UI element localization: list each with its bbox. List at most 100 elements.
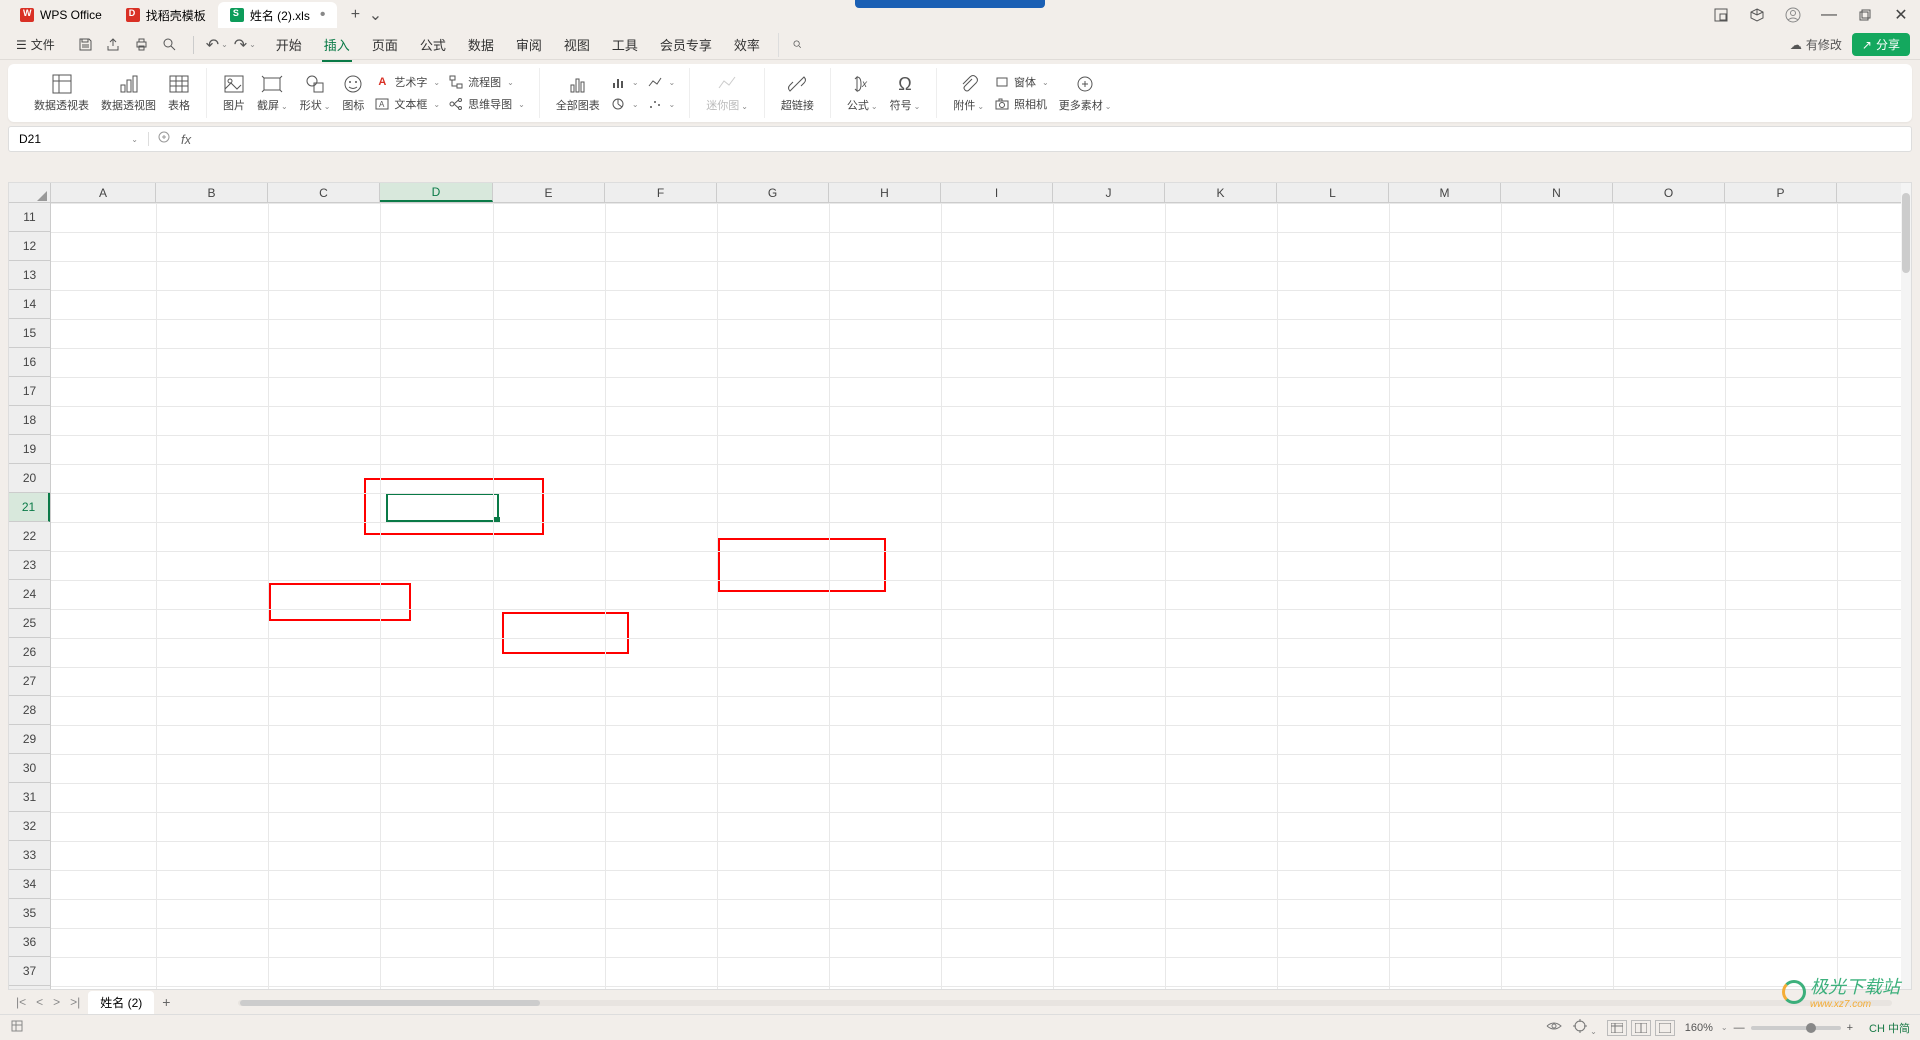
row-header[interactable]: 21 xyxy=(9,493,50,522)
shape-rectangle[interactable] xyxy=(718,538,886,592)
zoom-thumb[interactable] xyxy=(1806,1023,1816,1033)
column-header[interactable]: D xyxy=(380,183,493,202)
row-header[interactable]: 33 xyxy=(9,841,50,870)
equation-button[interactable]: x公式⌄ xyxy=(841,73,884,113)
eye-icon[interactable] xyxy=(1546,1018,1562,1037)
row-header[interactable]: 18 xyxy=(9,406,50,435)
row-header[interactable]: 20 xyxy=(9,464,50,493)
column-header[interactable]: B xyxy=(156,183,268,202)
zoom-out-button[interactable]: ― xyxy=(1734,1022,1745,1034)
row-header[interactable]: 19 xyxy=(9,435,50,464)
zoom-level[interactable]: 160% xyxy=(1685,1022,1713,1034)
tab-tools[interactable]: 工具 xyxy=(610,31,640,58)
tab-view[interactable]: 视图 xyxy=(562,31,592,58)
cells-area[interactable] xyxy=(51,203,1901,989)
tab-start[interactable]: 开始 xyxy=(274,31,304,58)
row-header[interactable]: 28 xyxy=(9,696,50,725)
tab-data[interactable]: 数据 xyxy=(466,31,496,58)
horizontal-scrollbar[interactable] xyxy=(198,997,1892,1007)
new-tab-button[interactable]: + xyxy=(343,3,367,27)
row-header[interactable]: 14 xyxy=(9,290,50,319)
minimize-button[interactable]: ― xyxy=(1818,4,1840,26)
row-header[interactable]: 25 xyxy=(9,609,50,638)
hyperlink-button[interactable]: 超链接 xyxy=(775,73,820,113)
sheet-first-icon[interactable]: |< xyxy=(14,995,28,1009)
tab-template[interactable]: 找稻壳模板 xyxy=(114,2,218,28)
row-header[interactable]: 11 xyxy=(9,203,50,232)
wordart-button[interactable]: A艺术字⌄ xyxy=(370,72,444,92)
sheet-next-icon[interactable]: > xyxy=(51,995,62,1009)
sheet-prev-icon[interactable]: < xyxy=(34,995,45,1009)
undo-icon[interactable]: ↶⌄ xyxy=(208,36,226,54)
column-header[interactable]: L xyxy=(1277,183,1389,202)
column-header[interactable]: A xyxy=(51,183,156,202)
fx-icon[interactable]: fx xyxy=(181,132,191,147)
zoom-in-button[interactable]: + xyxy=(1847,1022,1853,1034)
shape-rectangle[interactable] xyxy=(502,612,629,654)
row-header[interactable]: 16 xyxy=(9,348,50,377)
column-header[interactable]: F xyxy=(605,183,717,202)
scroll-thumb[interactable] xyxy=(1902,193,1910,273)
focus-icon[interactable]: ⌄ xyxy=(1572,1018,1597,1037)
table-button[interactable]: 表格 xyxy=(162,73,196,113)
row-header[interactable]: 12 xyxy=(9,232,50,261)
column-headers[interactable]: ABCDEFGHIJKLMNOP xyxy=(51,183,1901,203)
column-header[interactable]: J xyxy=(1053,183,1165,202)
row-header[interactable]: 22 xyxy=(9,522,50,551)
column-header[interactable]: I xyxy=(941,183,1053,202)
print-preview-icon[interactable] xyxy=(161,36,179,54)
close-button[interactable]: ✕ xyxy=(1890,4,1912,26)
vertical-scrollbar[interactable] xyxy=(1901,183,1911,989)
redo-icon[interactable]: ↷⌄ xyxy=(236,36,254,54)
chart-line-dd[interactable]: ⌄ xyxy=(643,72,680,92)
pip-icon[interactable] xyxy=(1710,4,1732,26)
add-sheet-button[interactable]: + xyxy=(154,994,178,1010)
camera-button[interactable]: 照相机 xyxy=(990,94,1053,114)
more-resources-button[interactable]: 更多素材⌄ xyxy=(1053,73,1118,113)
ime-indicator[interactable]: CH 中简 xyxy=(1869,1020,1910,1036)
sheet-tab-active[interactable]: 姓名 (2) xyxy=(88,991,154,1014)
row-header[interactable]: 36 xyxy=(9,928,50,957)
chart-bar-dd[interactable]: ⌄ xyxy=(606,72,643,92)
row-header[interactable]: 15 xyxy=(9,319,50,348)
shape-rectangle[interactable] xyxy=(364,478,544,535)
chart-scatter-dd[interactable]: ⌄ xyxy=(643,94,680,114)
row-header[interactable]: 31 xyxy=(9,783,50,812)
name-box[interactable]: D21 ⌄ xyxy=(9,132,149,146)
search-button[interactable] xyxy=(778,33,802,57)
tab-wps-home[interactable]: WPS Office xyxy=(8,2,114,28)
share-button[interactable]: ↗ 分享 xyxy=(1852,33,1910,56)
tab-member[interactable]: 会员专享 xyxy=(658,31,714,58)
pivot-chart-button[interactable]: 数据透视图 xyxy=(95,73,162,113)
column-header[interactable]: M xyxy=(1389,183,1501,202)
column-header[interactable]: H xyxy=(829,183,941,202)
picture-button[interactable]: 图片 xyxy=(217,73,251,113)
column-header[interactable]: N xyxy=(1501,183,1613,202)
flowchart-button[interactable]: 流程图⌄ xyxy=(444,72,529,92)
tab-formula[interactable]: 公式 xyxy=(418,31,448,58)
row-header[interactable]: 24 xyxy=(9,580,50,609)
mindmap-button[interactable]: 思维导图⌄ xyxy=(444,94,529,114)
row-header[interactable]: 32 xyxy=(9,812,50,841)
sheet-last-icon[interactable]: >| xyxy=(68,995,82,1009)
tab-insert[interactable]: 插入 xyxy=(322,31,352,58)
tab-efficiency[interactable]: 效率 xyxy=(732,31,762,58)
row-header[interactable]: 13 xyxy=(9,261,50,290)
row-headers[interactable]: 1112131415161718192021222324252627282930… xyxy=(9,203,51,989)
column-header[interactable]: P xyxy=(1725,183,1837,202)
chart-pie-dd[interactable]: ⌄ xyxy=(606,94,643,114)
object-button[interactable]: 窗体⌄ xyxy=(990,72,1053,92)
column-header[interactable]: E xyxy=(493,183,605,202)
row-header[interactable]: 30 xyxy=(9,754,50,783)
formula-input[interactable] xyxy=(201,132,1903,146)
column-header[interactable]: O xyxy=(1613,183,1725,202)
row-header[interactable]: 34 xyxy=(9,870,50,899)
row-header[interactable]: 26 xyxy=(9,638,50,667)
cube-icon[interactable] xyxy=(1746,4,1768,26)
symbol-button[interactable]: Ω符号⌄ xyxy=(884,73,927,113)
attachment-button[interactable]: 附件⌄ xyxy=(947,73,990,113)
scroll-thumb[interactable] xyxy=(240,1000,540,1006)
pivot-table-button[interactable]: 数据透视表 xyxy=(28,73,95,113)
row-header[interactable]: 17 xyxy=(9,377,50,406)
zoom-slider[interactable] xyxy=(1751,1026,1841,1030)
